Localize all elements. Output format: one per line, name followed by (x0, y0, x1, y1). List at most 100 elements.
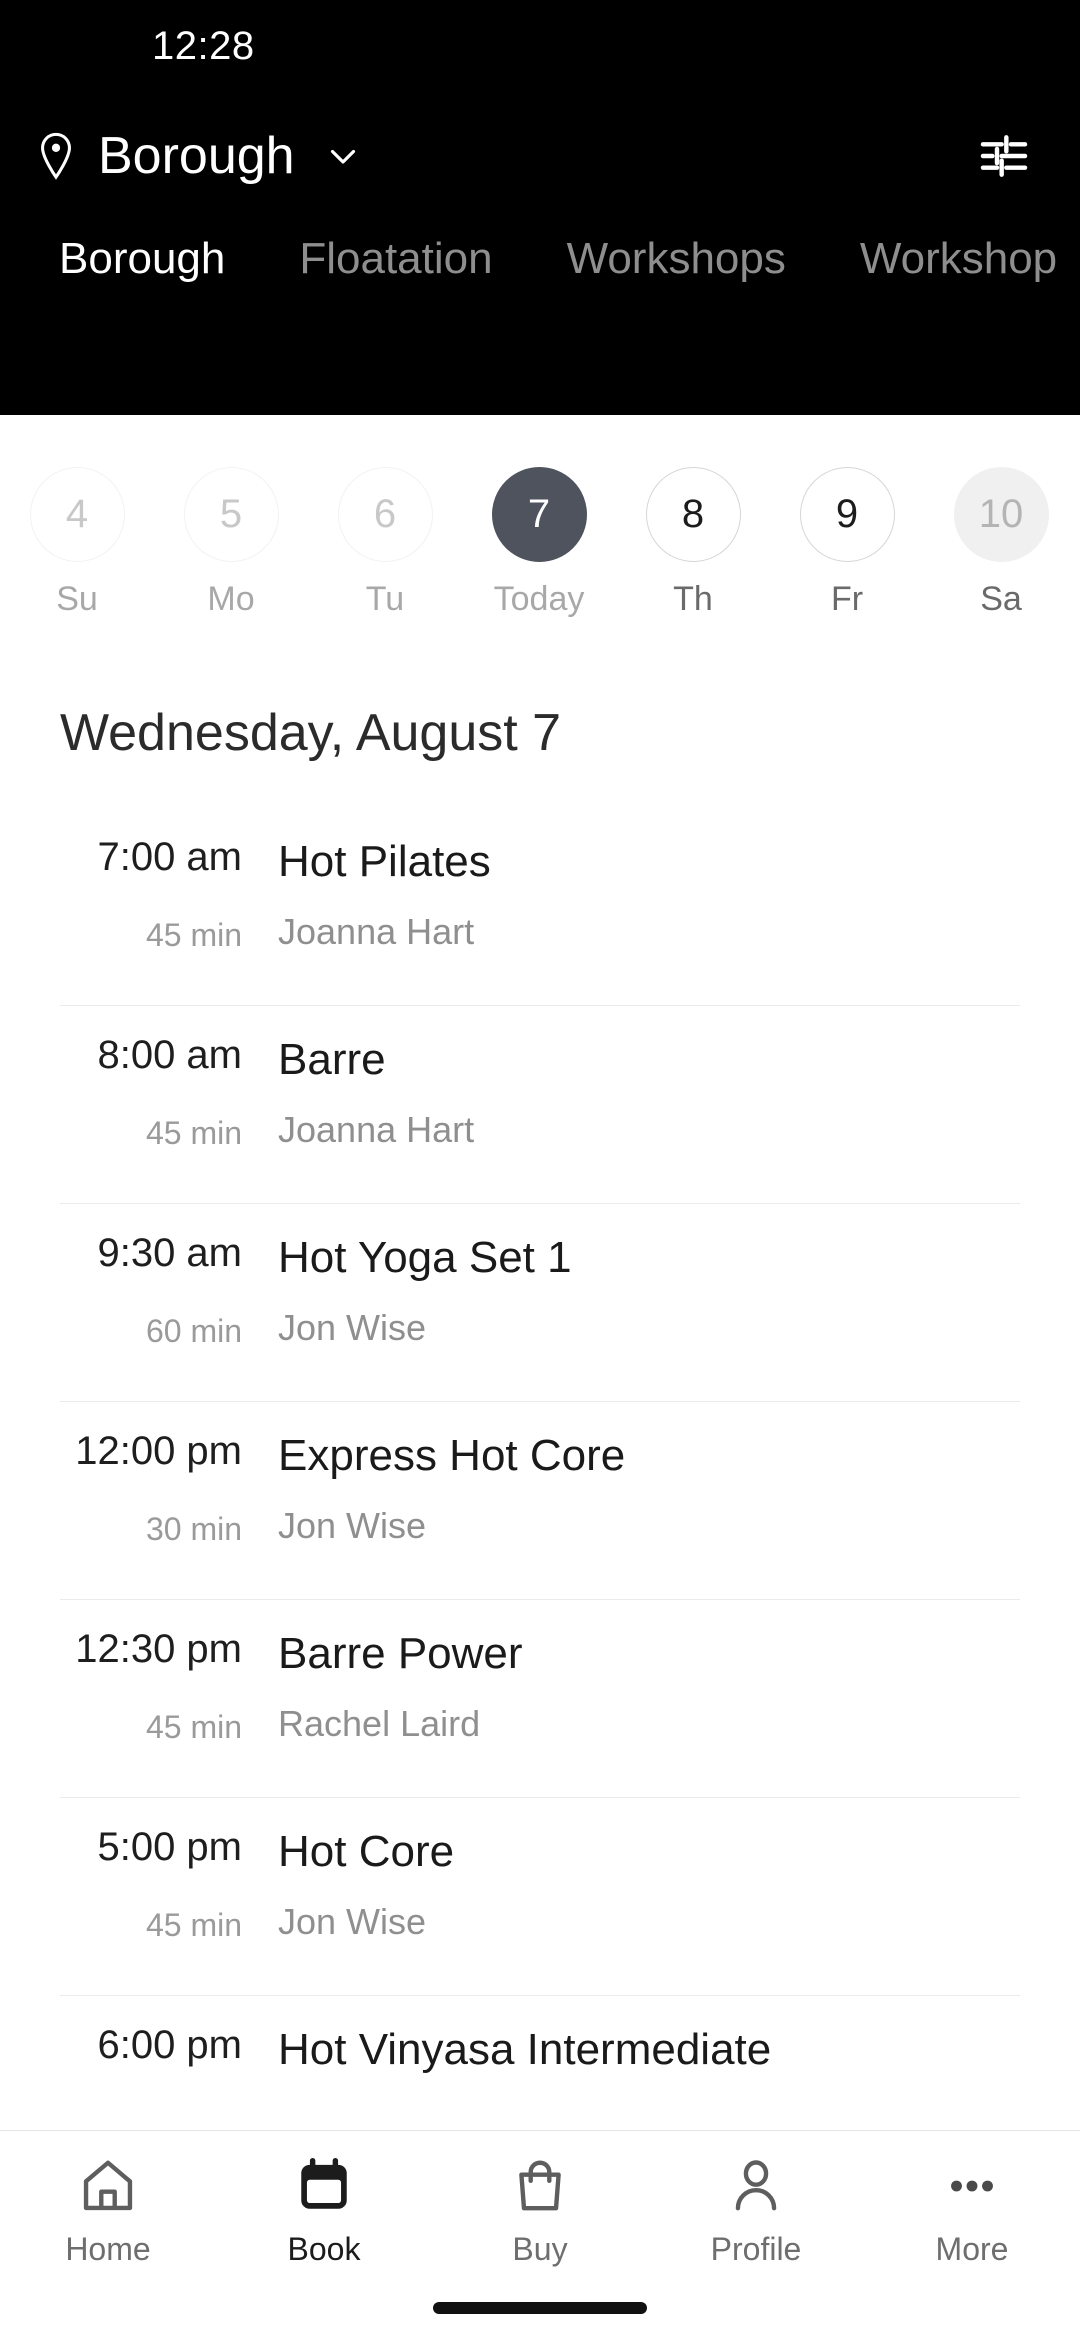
class-instructor: Joanna Hart (278, 911, 475, 953)
class-instructor: Jon Wise (278, 1901, 427, 1943)
class-time-column: 6:00 pm (0, 2025, 278, 2105)
sliders-filter-icon[interactable] (976, 128, 1032, 184)
map-pin-icon (36, 132, 76, 180)
date-weekday: Th (673, 580, 713, 618)
class-info-column: Hot Core Jon Wise (278, 1827, 454, 1943)
class-name: Barre Power (278, 1629, 523, 1678)
date-cell-5[interactable]: 5 Mo (154, 467, 308, 645)
class-info-column: Hot Vinyasa Intermediate (278, 2025, 771, 2099)
class-info-column: Barre Power Rachel Laird (278, 1629, 523, 1745)
location-bar: Borough (0, 92, 1080, 220)
class-name: Express Hot Core (278, 1431, 626, 1480)
home-indicator (433, 2302, 647, 2314)
nav-item-book[interactable]: Book (216, 2155, 432, 2268)
person-icon (725, 2155, 787, 2217)
nav-item-more[interactable]: More (864, 2155, 1080, 2268)
nav-label: Book (287, 2231, 361, 2267)
tab-workshops[interactable]: Workshops (530, 220, 823, 298)
class-time-column: 8:00 am 45 min (0, 1035, 278, 1152)
class-time-column: 7:00 am 45 min (0, 837, 278, 954)
date-cell-10[interactable]: 10 Sa (924, 467, 1078, 645)
class-time: 6:00 pm (97, 2023, 242, 2067)
nav-label: Profile (710, 2231, 802, 2267)
date-weekday: Mo (207, 580, 255, 618)
calendar-icon (293, 2155, 355, 2217)
class-row[interactable]: 7:00 am 45 min Hot Pilates Joanna Hart (0, 807, 1080, 1005)
class-schedule-list: 7:00 am 45 min Hot Pilates Joanna Hart 8… (0, 807, 1080, 2193)
chevron-down-icon[interactable] (317, 138, 361, 174)
date-number: 9 (799, 467, 895, 562)
class-name: Hot Pilates (278, 837, 491, 886)
date-number: 10 (953, 467, 1049, 562)
class-name: Hot Yoga Set 1 (278, 1233, 572, 1282)
class-info-column: Hot Pilates Joanna Hart (278, 837, 491, 953)
date-cell-6[interactable]: 6 Tu (308, 467, 462, 645)
date-cell-7-today[interactable]: 7 Today (462, 467, 616, 645)
date-weekday: Su (56, 580, 98, 618)
nav-item-buy[interactable]: Buy (432, 2155, 648, 2268)
nav-item-home[interactable]: Home (0, 2155, 216, 2268)
class-time: 12:30 pm (75, 1627, 242, 1671)
nav-label: Buy (512, 2231, 568, 2267)
class-duration: 60 min (145, 1313, 242, 1349)
nav-label: More (935, 2231, 1009, 2267)
class-duration: 45 min (145, 1709, 242, 1745)
status-bar: 12:28 (0, 0, 1080, 92)
class-name: Barre (278, 1035, 386, 1084)
class-time: 8:00 am (97, 1033, 242, 1077)
class-time-column: 12:00 pm 30 min (0, 1431, 278, 1548)
date-strip[interactable]: 4 Su 5 Mo 6 Tu 7 Today 8 Th 9 Fr 10 Sa (0, 415, 1080, 645)
class-time-column: 12:30 pm 45 min (0, 1629, 278, 1746)
class-instructor: Rachel Laird (278, 1703, 481, 1745)
date-number: 8 (645, 467, 741, 562)
class-instructor: Jon Wise (278, 1505, 427, 1547)
date-number: 6 (337, 467, 433, 562)
class-duration: 45 min (145, 1115, 242, 1151)
class-instructor: Jon Wise (278, 1307, 427, 1349)
app-header: 12:28 Borough Borough Floatation Worksho… (0, 0, 1080, 415)
home-icon (77, 2155, 139, 2217)
class-row[interactable]: 5:00 pm 45 min Hot Core Jon Wise (0, 1797, 1080, 1995)
date-cell-4[interactable]: 4 Su (0, 467, 154, 645)
class-time: 7:00 am (97, 835, 242, 879)
class-row[interactable]: 12:00 pm 30 min Express Hot Core Jon Wis… (0, 1401, 1080, 1599)
class-duration: 30 min (145, 1511, 242, 1547)
tab-borough[interactable]: Borough (22, 220, 262, 298)
status-bar-clock: 12:28 (152, 23, 255, 68)
bottom-navigation-bar: Home Book Buy Profile More (0, 2130, 1080, 2340)
class-info-column: Hot Yoga Set 1 Jon Wise (278, 1233, 572, 1349)
location-tab-bar[interactable]: Borough Floatation Workshops Workshop (0, 220, 1080, 340)
date-cell-9[interactable]: 9 Fr (770, 467, 924, 645)
date-number: 4 (29, 467, 125, 562)
date-number: 5 (183, 467, 279, 562)
date-weekday: Sa (980, 580, 1022, 618)
class-row[interactable]: 12:30 pm 45 min Barre Power Rachel Laird (0, 1599, 1080, 1797)
class-time: 9:30 am (97, 1231, 242, 1275)
nav-item-profile[interactable]: Profile (648, 2155, 864, 2268)
ellipsis-icon (941, 2155, 1003, 2217)
class-time: 12:00 pm (75, 1429, 242, 1473)
date-number: 7 (491, 467, 587, 562)
class-instructor: Joanna Hart (278, 1109, 475, 1151)
class-info-column: Express Hot Core Jon Wise (278, 1431, 625, 1547)
date-weekday: Tu (365, 580, 405, 618)
tab-floatation[interactable]: Floatation (262, 220, 529, 298)
class-name: Hot Core (278, 1827, 455, 1876)
location-selector[interactable]: Borough (36, 126, 361, 186)
location-name: Borough (98, 127, 295, 185)
class-duration: 45 min (145, 917, 242, 953)
class-row[interactable]: 9:30 am 60 min Hot Yoga Set 1 Jon Wise (0, 1203, 1080, 1401)
date-cell-8[interactable]: 8 Th (616, 467, 770, 645)
selected-date-heading: Wednesday, August 7 (60, 704, 562, 762)
date-weekday: Fr (830, 580, 864, 618)
class-row[interactable]: 8:00 am 45 min Barre Joanna Hart (0, 1005, 1080, 1203)
class-time-column: 9:30 am 60 min (0, 1233, 278, 1350)
class-time: 5:00 pm (97, 1825, 242, 1869)
class-name: Hot Vinyasa Intermediate (278, 2025, 772, 2074)
shopping-bag-icon (509, 2155, 571, 2217)
tab-workshop-overflow[interactable]: Workshop (823, 220, 1080, 298)
date-weekday: Today (493, 580, 585, 618)
class-info-column: Barre Joanna Hart (278, 1035, 474, 1151)
nav-label: Home (65, 2231, 151, 2267)
class-duration: 45 min (145, 1907, 242, 1943)
